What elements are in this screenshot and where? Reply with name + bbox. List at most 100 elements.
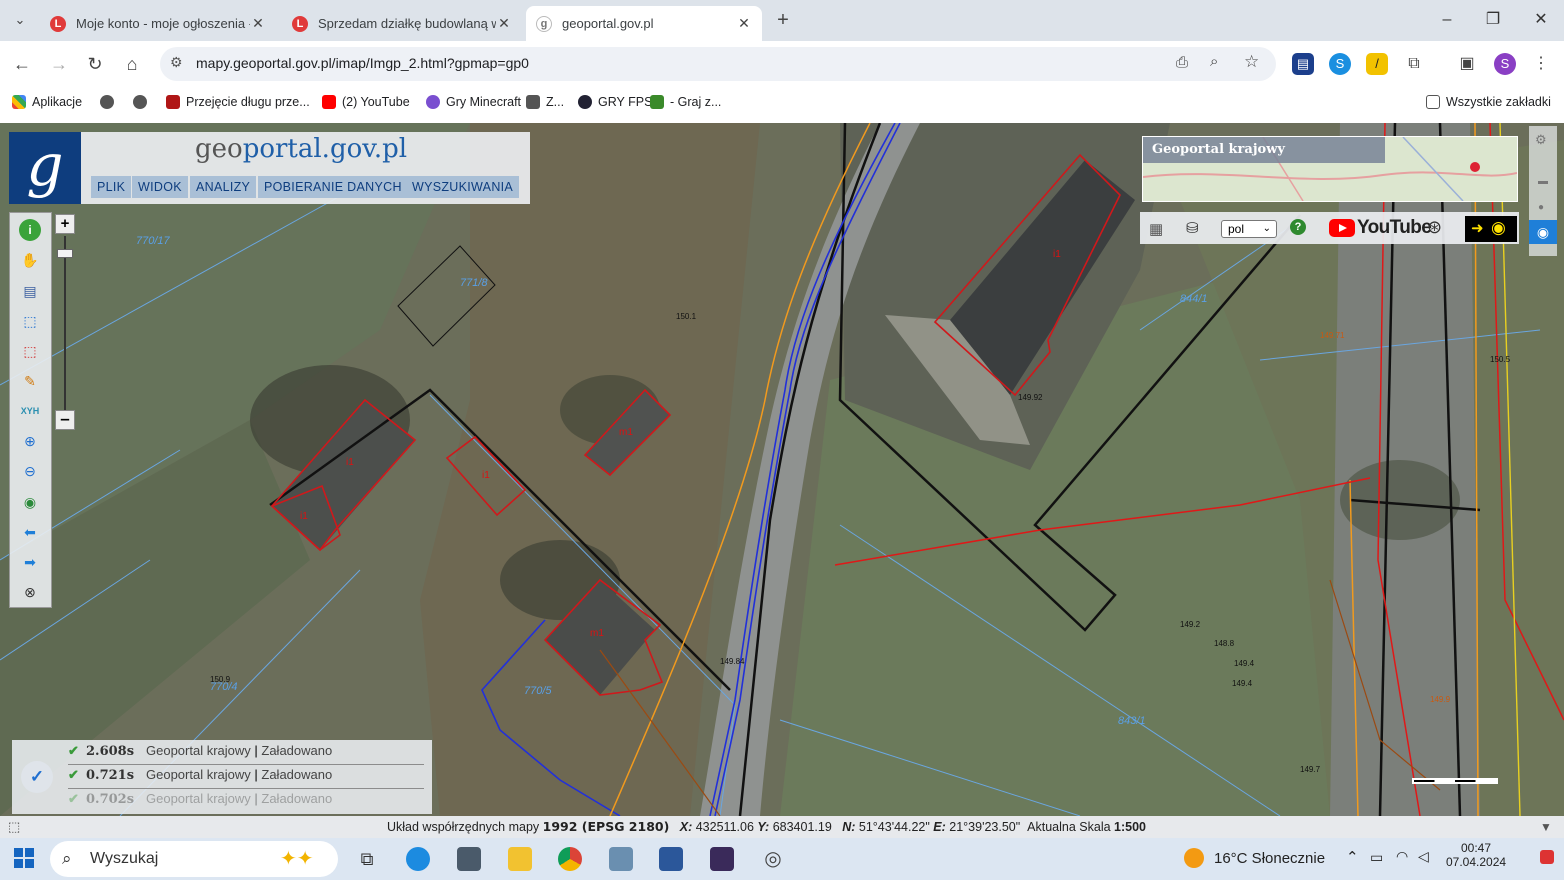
menu-widok[interactable]: WIDOK: [132, 176, 188, 198]
visibility-eye-icon[interactable]: ◉: [1529, 220, 1557, 244]
minimize-icon[interactable]: –: [1424, 8, 1470, 32]
bookmark-globe-1[interactable]: [100, 95, 120, 109]
forward-icon[interactable]: →: [46, 51, 72, 77]
bookmark-star-icon[interactable]: ☆: [1244, 52, 1259, 72]
bookmark-globe-2[interactable]: [133, 95, 153, 109]
pencil-icon[interactable]: ✎: [19, 370, 41, 392]
bookmark-gry-minecraft[interactable]: Gry Minecraft: [426, 95, 521, 109]
zoom-out-icon[interactable]: ⊖: [19, 460, 41, 482]
zoom-icon[interactable]: ⌕: [1210, 53, 1218, 70]
chrome-icon[interactable]: [558, 847, 582, 871]
select-area-icon[interactable]: ⬚: [19, 310, 41, 332]
restore-icon[interactable]: ❐: [1470, 8, 1516, 32]
zoom-track[interactable]: [64, 236, 66, 410]
task-view-icon[interactable]: ⧉: [355, 847, 379, 871]
extension-1-icon[interactable]: ▤: [1292, 53, 1314, 75]
edge-icon[interactable]: [406, 847, 430, 871]
address-bar[interactable]: ⚙ mapy.geoportal.gov.pl/imap/Imgp_2.html…: [160, 47, 1276, 81]
new-tab-icon[interactable]: +: [770, 7, 796, 33]
home-icon[interactable]: ⌂: [119, 51, 145, 77]
menu-plik[interactable]: PLIK: [91, 176, 132, 198]
chevron-down-icon[interactable]: ▼: [1540, 816, 1552, 838]
close-tab-icon[interactable]: ✕: [250, 15, 266, 32]
status-check-icon[interactable]: ✓: [21, 761, 53, 793]
geoportal-logo[interactable]: g: [9, 132, 81, 204]
tab-sprzedam-dzialke[interactable]: L Sprzedam działkę budowlaną w ✕: [282, 6, 522, 41]
side-panel-icon[interactable]: ▣: [1456, 53, 1478, 75]
notification-icon[interactable]: [1540, 850, 1554, 864]
weather-text[interactable]: 16°C Słonecznie: [1214, 850, 1325, 867]
settings-icon[interactable]: ⚙: [1535, 132, 1547, 148]
bookmark-aplikacje[interactable]: Aplikacje: [12, 95, 82, 109]
install-app-icon[interactable]: ⎙: [1176, 54, 1188, 71]
info-icon[interactable]: i: [19, 219, 41, 241]
zoom-in-icon[interactable]: ⊕: [19, 430, 41, 452]
taskbar-search[interactable]: ⌕ Wyszukaj ✦✦: [50, 841, 338, 877]
high-contrast-button[interactable]: ➜ ◉: [1465, 216, 1517, 242]
close-tab-icon[interactable]: ✕: [496, 15, 512, 32]
windows-start-icon[interactable]: [14, 848, 34, 868]
close-window-icon[interactable]: ✕: [1518, 8, 1564, 32]
collapse-icon[interactable]: ▬: [1538, 176, 1548, 187]
help-wheel-icon[interactable]: ⊗: [19, 581, 41, 603]
bookmark-graj[interactable]: - Graj z...: [650, 95, 721, 109]
pan-hand-icon[interactable]: ✋: [19, 249, 41, 271]
building-label: i1: [1053, 249, 1061, 260]
close-tab-icon[interactable]: ✕: [736, 15, 752, 32]
calculator-icon[interactable]: [457, 847, 481, 871]
extension-shazam-icon[interactable]: S: [1329, 53, 1351, 75]
menu-pobieranie-danych[interactable]: POBIERANIE DANYCH: [258, 176, 408, 198]
wms-icon[interactable]: ⛁: [1186, 219, 1199, 237]
tab-moje-konto[interactable]: L Moje konto - moje ogłoszenia - ✕: [40, 6, 276, 41]
xyh-icon[interactable]: XYH: [19, 400, 41, 422]
expand-icon[interactable]: ⬚: [8, 816, 20, 838]
status-text: Załadowano: [261, 767, 333, 782]
volume-icon[interactable]: ◁: [1418, 848, 1429, 865]
language-value: pol: [1228, 222, 1245, 236]
help-icon[interactable]: ?: [1290, 219, 1306, 235]
word-icon[interactable]: [659, 847, 683, 871]
zoom-plus-button[interactable]: +: [55, 214, 75, 234]
back-icon[interactable]: ←: [9, 51, 35, 77]
globe-extent-icon[interactable]: ◉: [19, 491, 41, 513]
next-view-icon[interactable]: ➡: [19, 551, 41, 573]
clock[interactable]: 00:47 07.04.2024: [1446, 841, 1506, 869]
file-explorer-icon[interactable]: [508, 847, 532, 871]
menu-analizy[interactable]: ANALIZY: [190, 176, 257, 198]
previous-view-icon[interactable]: ⬅: [19, 521, 41, 543]
table-icon[interactable]: ▦: [1149, 220, 1163, 238]
bookmark-gry-fps[interactable]: GRY FPS: [578, 95, 652, 109]
dot-icon[interactable]: ●: [1538, 202, 1544, 213]
all-bookmarks[interactable]: Wszystkie zakładki: [1426, 95, 1551, 109]
photos-icon[interactable]: [609, 847, 633, 871]
wifi-icon[interactable]: ◠: [1396, 848, 1408, 865]
extensions-puzzle-icon[interactable]: ⧉: [1403, 53, 1425, 75]
n-value: 51°43'44.22": [858, 820, 930, 834]
bookmark-youtube[interactable]: (2) YouTube: [322, 95, 410, 109]
tab-search-icon[interactable]: ⌄: [7, 7, 33, 33]
overview-map[interactable]: Geoportal krajowy: [1142, 136, 1518, 202]
url-text[interactable]: mapy.geoportal.gov.pl/imap/Imgp_2.html?g…: [196, 55, 529, 71]
zoom-slider[interactable]: + –: [55, 212, 77, 432]
site-info-icon[interactable]: ⚙: [170, 54, 183, 71]
tab-geoportal[interactable]: g geoportal.gov.pl ✕: [526, 6, 762, 41]
zoom-handle[interactable]: [57, 249, 73, 258]
bookmark-przejecie[interactable]: Przejęcie długu prze...: [166, 95, 310, 109]
reload-icon[interactable]: ↻: [82, 51, 108, 77]
youtube-link[interactable]: YouTube: [1329, 217, 1432, 239]
app-ring-icon[interactable]: ◎: [761, 847, 785, 871]
profile-avatar[interactable]: S: [1494, 53, 1516, 75]
select-delete-icon[interactable]: ⬚: [19, 340, 41, 362]
legend-icon[interactable]: ▤: [19, 280, 41, 302]
bookmark-z[interactable]: Z...: [526, 95, 564, 109]
menu-dots-icon[interactable]: ⋮: [1530, 53, 1552, 75]
extension-3-icon[interactable]: /: [1366, 53, 1388, 75]
accessibility-wheel-icon[interactable]: ⊛: [1427, 217, 1442, 238]
language-select[interactable]: pol ⌄: [1221, 220, 1277, 238]
game-app-icon[interactable]: [710, 847, 734, 871]
youtube-icon: [322, 95, 336, 109]
battery-icon[interactable]: ▭: [1370, 849, 1383, 866]
tray-chevron-up-icon[interactable]: ⌃: [1346, 848, 1359, 866]
zoom-minus-button[interactable]: –: [55, 410, 75, 430]
menu-wyszukiwania[interactable]: WYSZUKIWANIA: [406, 176, 520, 198]
